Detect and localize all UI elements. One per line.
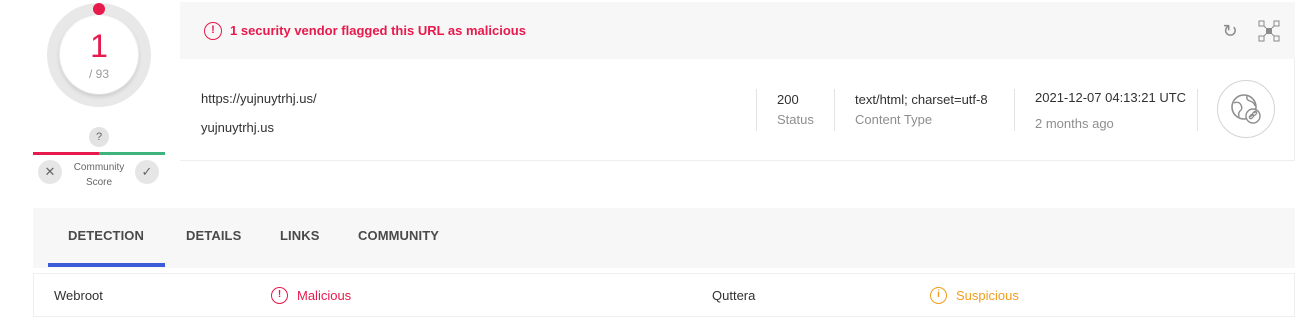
- divider: [1014, 89, 1015, 131]
- info-circle-icon: i: [930, 287, 947, 304]
- close-icon: ✕: [44, 164, 56, 179]
- alert-circle-icon: !: [271, 287, 288, 304]
- domain-value[interactable]: yujnuytrhj.us: [201, 120, 274, 135]
- url-info-panel: https://yujnuytrhj.us/ yujnuytrhj.us 200…: [180, 59, 1295, 161]
- verdict-suspicious: Suspicious: [956, 288, 1019, 303]
- alert-circle-icon: !: [204, 22, 222, 40]
- engine-name: Webroot: [54, 288, 103, 303]
- community-score-label: Community Score: [73, 162, 125, 188]
- graph-icon[interactable]: [1258, 20, 1280, 42]
- vote-harmful-button[interactable]: ✕: [38, 160, 62, 184]
- status-value: 200: [777, 92, 799, 107]
- alert-message: 1 security vendor flagged this URL as ma…: [230, 23, 526, 38]
- divider: [834, 89, 835, 131]
- tab-links[interactable]: LINKS: [280, 228, 320, 243]
- divider: [1197, 89, 1198, 131]
- url-value: https://yujnuytrhj.us/: [201, 91, 317, 106]
- score-positives: 1: [90, 28, 108, 64]
- community-score-bar: [33, 152, 165, 155]
- engine-name: Quttera: [712, 288, 756, 303]
- table-row: Webroot ! Malicious Quttera i Suspicious: [33, 273, 1295, 317]
- tab-detection[interactable]: DETECTION: [68, 228, 144, 243]
- score-ring-marker: [93, 3, 105, 15]
- analysis-date-value: 2021-12-07 04:13:21 UTC: [1035, 90, 1187, 105]
- community-score-unknown-icon: ?: [89, 127, 109, 147]
- content-type-label: Content Type: [855, 112, 933, 127]
- verdict-malicious: Malicious: [297, 288, 352, 303]
- content-type-value: text/html; charset=utf-8: [855, 92, 988, 107]
- active-tab-indicator: [48, 263, 165, 267]
- tab-bar: DETECTION DETAILS LINKS COMMUNITY: [33, 208, 1295, 268]
- tab-details[interactable]: DETAILS: [186, 228, 241, 243]
- divider: [756, 89, 757, 131]
- tab-community[interactable]: COMMUNITY: [358, 228, 439, 243]
- reanalyze-icon[interactable]: ↻: [1219, 20, 1241, 42]
- detection-score-gauge: 1 / 93: [46, 2, 152, 108]
- vote-harmless-button[interactable]: ✓: [135, 160, 159, 184]
- check-icon: ✓: [141, 164, 153, 179]
- status-label: Status: [777, 112, 814, 127]
- analysis-date-relative: 2 months ago: [1035, 116, 1114, 131]
- score-center: 1 / 93: [60, 16, 138, 94]
- alert-banner: ! 1 security vendor flagged this URL as …: [180, 2, 1295, 59]
- globe-link-icon[interactable]: [1217, 80, 1275, 138]
- score-total: / 93: [88, 67, 109, 81]
